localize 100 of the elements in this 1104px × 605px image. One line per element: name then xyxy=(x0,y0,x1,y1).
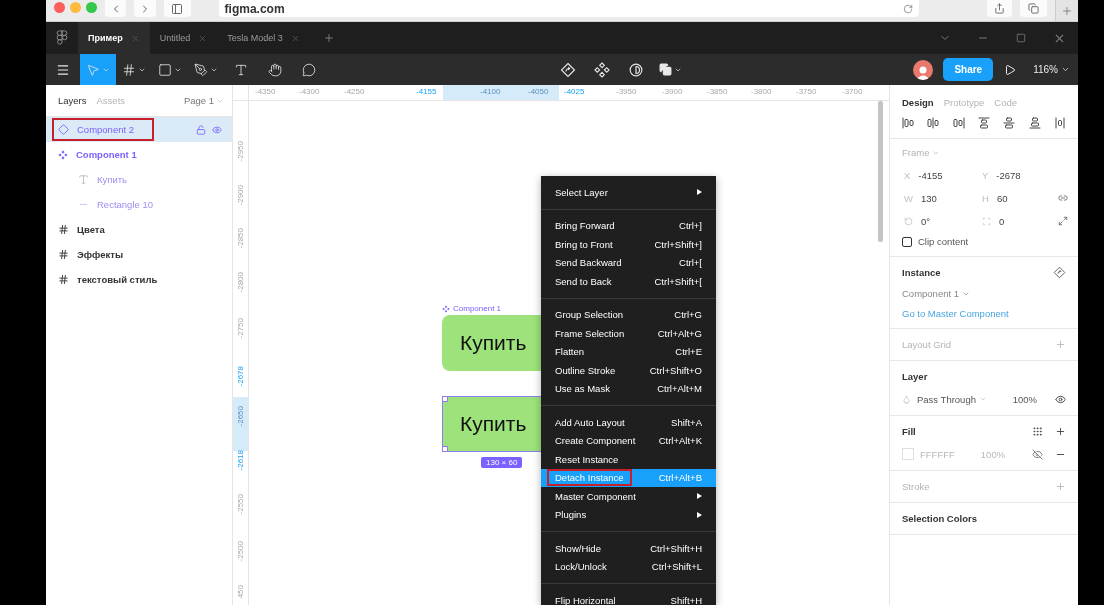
ruler-label: -4050 xyxy=(528,87,549,96)
menu-item[interactable]: Use as Mask Ctrl+Alt+M xyxy=(541,379,716,398)
fill-opacity-value: 100% xyxy=(980,448,1006,460)
ruler-label: -2618 xyxy=(236,450,245,471)
ruler-label: -3950 xyxy=(616,87,637,96)
section-title: Stroke xyxy=(902,480,930,492)
menu-item[interactable]: Reset Instance xyxy=(541,450,716,469)
layer-item[interactable]: Цвета xyxy=(46,217,232,242)
section-title: Layer xyxy=(902,370,928,382)
blend-icon xyxy=(902,394,911,404)
layer-item[interactable]: Эффекты xyxy=(46,242,232,267)
field-value: 0 xyxy=(999,215,1005,227)
fill-hex-value: FFFFFF xyxy=(920,448,955,460)
ruler-label: -4155 xyxy=(416,87,437,96)
eye-off-icon[interactable] xyxy=(1032,448,1043,460)
clip-content-checkbox[interactable]: Clip content xyxy=(902,236,1066,247)
share-icon xyxy=(993,3,1005,14)
page-dropdown[interactable]: Page 1 xyxy=(183,95,224,106)
component-dropdown[interactable]: Component 1 xyxy=(902,288,971,299)
file-tab[interactable]: Untitled xyxy=(149,22,218,54)
address-field[interactable]: figma.com xyxy=(218,0,919,17)
menu-item[interactable]: Plugins xyxy=(541,505,716,524)
menu-item[interactable]: Lock/Unlock Ctrl+Shift+L xyxy=(541,557,716,576)
layer-item[interactable]: Component 2 xyxy=(46,117,232,142)
field-label: H xyxy=(982,192,989,204)
field-value: 0° xyxy=(921,215,931,227)
reset-instance-icon[interactable] xyxy=(1053,265,1066,279)
close-icon[interactable] xyxy=(290,33,300,43)
boolean-icon xyxy=(659,63,673,76)
constrain-proportions-icon[interactable] xyxy=(1058,193,1068,203)
reload-icon[interactable] xyxy=(902,3,913,14)
eye-icon[interactable] xyxy=(212,124,222,135)
field-value: 130 xyxy=(920,192,937,204)
add-icon[interactable] xyxy=(1055,425,1066,437)
menu-item[interactable]: Show/Hide Ctrl+Shift+H xyxy=(541,539,716,558)
ruler-label: 450 xyxy=(236,585,245,599)
opacity-value: 100% xyxy=(1012,393,1037,405)
layer-item[interactable]: текстовый стиль xyxy=(46,267,232,292)
file-tab[interactable]: Пример xyxy=(78,22,150,54)
tabs-icon xyxy=(1027,3,1039,14)
ruler-label: -2950 xyxy=(236,141,245,162)
number-field[interactable]: 0 xyxy=(980,213,1058,229)
align-bottom-icon[interactable] xyxy=(1028,117,1041,129)
ruler-label: -3800 xyxy=(751,87,772,96)
panel-tab[interactable]: Layers xyxy=(58,95,87,106)
number-field[interactable]: 0° xyxy=(902,213,980,229)
menu-item[interactable]: Select Layer xyxy=(541,183,716,202)
menu-item[interactable]: Master Component xyxy=(541,487,716,506)
section-title: Fill xyxy=(902,425,916,437)
menu-item[interactable]: Flip Horizontal Shift+H xyxy=(541,591,716,605)
align-top-icon[interactable] xyxy=(978,117,990,129)
comment-icon xyxy=(302,62,316,77)
close-dot[interactable] xyxy=(54,2,65,13)
eye-icon[interactable] xyxy=(1055,393,1066,405)
menu-item[interactable]: Send to Back Ctrl+Shift+[ xyxy=(541,272,716,291)
ruler-label: -2650 xyxy=(236,406,245,427)
forward-button[interactable] xyxy=(134,0,156,17)
size-badge: 130 × 60 xyxy=(481,457,523,468)
ruler-label: -2850 xyxy=(236,228,245,249)
component-icon xyxy=(58,149,68,160)
ruler-label: -4250 xyxy=(344,87,365,96)
number-field[interactable]: H 60 xyxy=(980,190,1058,206)
align-middle-icon[interactable] xyxy=(1003,117,1016,129)
minimize-dot[interactable] xyxy=(70,2,81,13)
back-button[interactable] xyxy=(105,0,127,17)
ruler-label: -3850 xyxy=(707,87,728,96)
zoom-dot[interactable] xyxy=(86,2,97,13)
ruler-label: -4300 xyxy=(299,87,320,96)
panel-tab[interactable]: Design xyxy=(902,97,934,108)
caret-icon xyxy=(979,395,987,403)
sidebar-icon xyxy=(171,2,184,15)
rotation-icon xyxy=(904,216,913,226)
align-center-icon[interactable] xyxy=(927,117,940,129)
ruler-label: -2550 xyxy=(236,494,245,515)
menu-item[interactable]: Bring to Front Ctrl+Shift+] xyxy=(541,235,716,254)
field-label: W xyxy=(904,192,913,204)
tabs-button[interactable] xyxy=(1019,0,1047,17)
layer-item[interactable]: Component 1 xyxy=(46,142,232,167)
blend-mode-dropdown[interactable]: Pass Through xyxy=(917,393,987,405)
styles-icon[interactable] xyxy=(1032,425,1043,437)
hand-icon xyxy=(268,62,282,77)
zoom-dropdown[interactable]: 116% xyxy=(1027,54,1078,85)
file-tab[interactable]: Tesla Model 3 xyxy=(217,22,310,54)
number-field[interactable]: W 130 xyxy=(902,190,980,206)
share-button[interactable] xyxy=(986,0,1012,17)
component-name-label: Component 1 xyxy=(442,304,502,313)
color-swatch[interactable] xyxy=(902,448,914,460)
frame-icon xyxy=(58,249,69,260)
align-left-icon[interactable] xyxy=(902,117,914,129)
menu-item[interactable]: Send Backward Ctrl+[ xyxy=(541,253,716,272)
text-icon xyxy=(234,62,248,77)
align-right-icon[interactable] xyxy=(952,117,965,129)
unlock-icon[interactable] xyxy=(196,124,206,135)
independent-corners-icon[interactable] xyxy=(1058,216,1068,226)
close-icon[interactable] xyxy=(198,33,208,43)
distribute-icon[interactable] xyxy=(1053,117,1066,129)
scrollbar-thumb[interactable] xyxy=(878,101,883,242)
sidebar-button[interactable] xyxy=(163,0,191,17)
menu-item[interactable]: Bring Forward Ctrl+] xyxy=(541,216,716,235)
ruler-label: -4350 xyxy=(255,87,276,96)
